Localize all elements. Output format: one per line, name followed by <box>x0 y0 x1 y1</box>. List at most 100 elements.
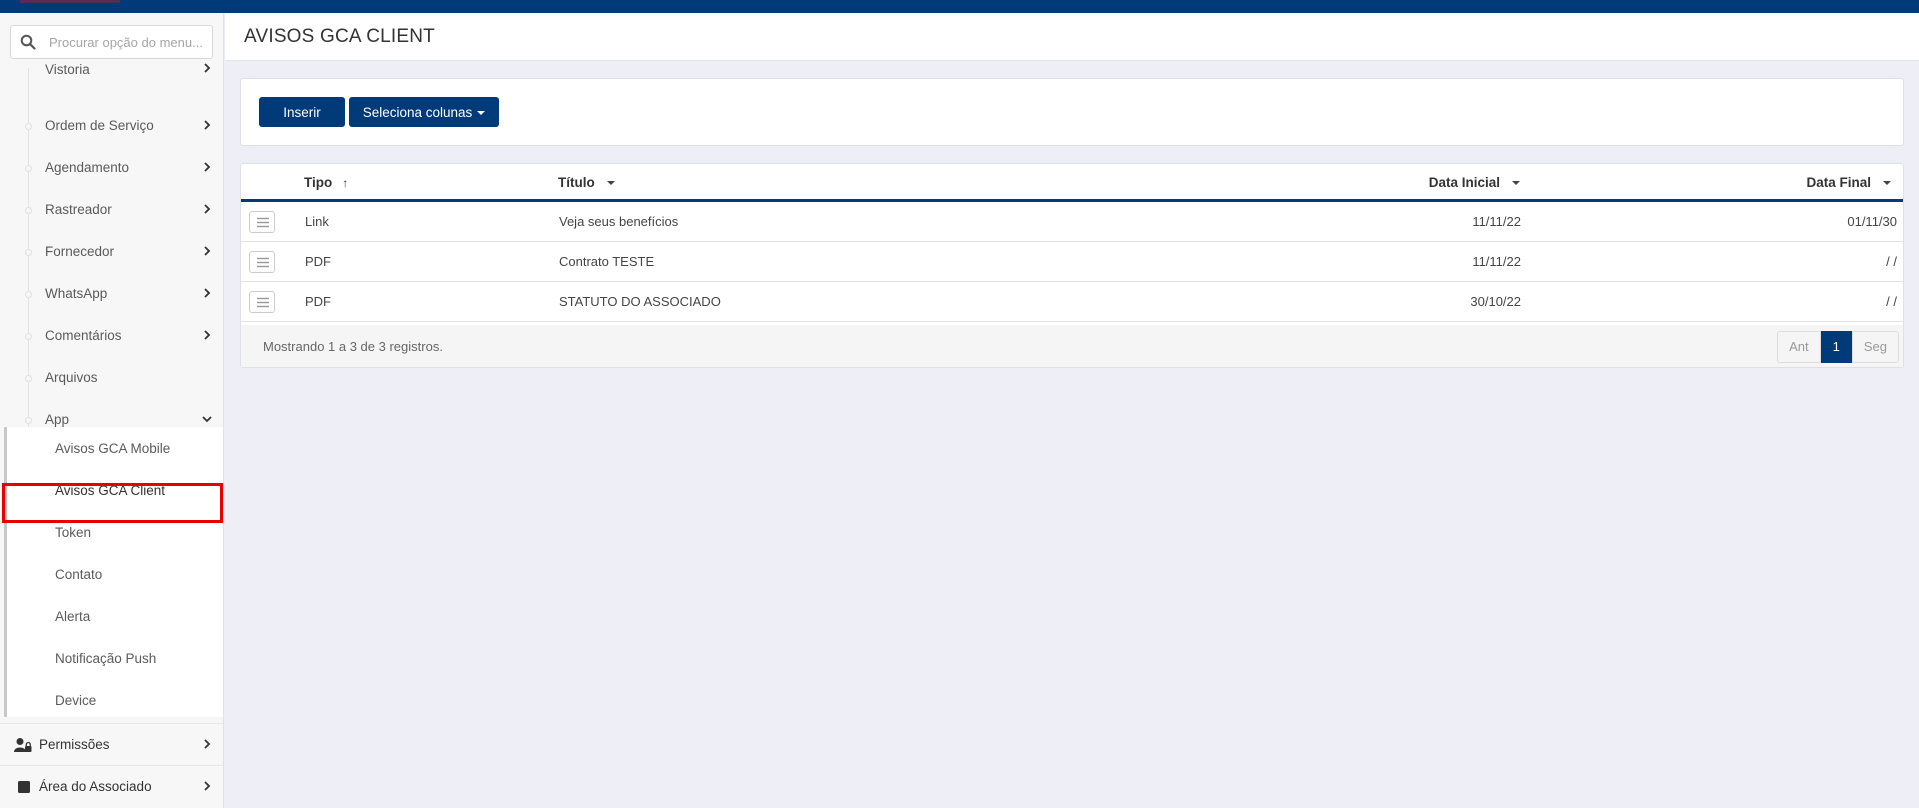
cell-titulo: Veja seus benefícios <box>559 214 679 229</box>
sidebar-section-area-do-associado[interactable]: Área do Associado <box>0 765 223 807</box>
user-lock-icon <box>14 738 32 752</box>
grid-header: Tipo ↑ Título Data Inicial Data Final <box>241 164 1903 202</box>
cell-titulo: STATUTO DO ASSOCIADO <box>559 294 721 309</box>
sidebar-item-avisos-gca-mobile[interactable]: Avisos GCA Mobile <box>4 428 223 470</box>
chevron-right-icon <box>204 739 211 749</box>
top-bar <box>0 0 1919 13</box>
column-header-titulo[interactable]: Título <box>558 175 615 190</box>
insert-button[interactable]: Inserir <box>259 97 345 127</box>
sidebar-item-label: Fornecedor <box>45 244 115 259</box>
sidebar: Vistoria Ordem de Serviço Agendamento Ra… <box>0 13 224 808</box>
sidebar-item-alerta[interactable]: Alerta <box>4 596 223 638</box>
sidebar-item-arquivos[interactable]: Arquivos <box>0 357 223 399</box>
sidebar-item-label: App <box>45 412 70 427</box>
chevron-right-icon <box>204 330 211 340</box>
chevron-right-icon <box>204 781 211 791</box>
tree-dot <box>25 375 32 382</box>
search-icon <box>20 34 36 50</box>
sidebar-item-comentarios[interactable]: Comentários <box>0 315 223 357</box>
chevron-right-icon <box>204 246 211 256</box>
sidebar-item-agendamento[interactable]: Agendamento <box>0 147 223 189</box>
sidebar-item-label: Ordem de Serviço <box>45 118 154 133</box>
tree-dot <box>25 207 32 214</box>
column-header-tipo[interactable]: Tipo ↑ <box>304 175 348 190</box>
sort-caret-icon <box>1883 181 1891 186</box>
cell-data-final: / / <box>1886 294 1897 309</box>
sidebar-item-notificacao-push[interactable]: Notificação Push <box>4 638 223 680</box>
table-row[interactable]: PDF STATUTO DO ASSOCIADO 30/10/22 / / <box>241 282 1903 322</box>
sidebar-item-label: Rastreador <box>45 202 112 217</box>
pagination-next-button[interactable]: Seg <box>1851 331 1899 363</box>
column-header-label: Tipo <box>304 175 333 190</box>
chevron-right-icon <box>204 204 211 214</box>
sidebar-item-ordem-de-servico[interactable]: Ordem de Serviço <box>0 105 223 147</box>
sidebar-item-label: Avisos GCA Mobile <box>55 441 171 456</box>
cell-titulo: Contrato TESTE <box>559 254 655 269</box>
page-header: AVISOS GCA CLIENT <box>225 13 1919 61</box>
sort-caret-icon <box>606 181 615 186</box>
toolbar-panel: Inserir Seleciona colunas <box>240 78 1904 146</box>
pagination-page-button[interactable]: 1 <box>1820 331 1852 363</box>
menu-search-box[interactable] <box>10 25 213 59</box>
row-menu-button[interactable] <box>249 291 275 313</box>
sidebar-item-label: Alerta <box>55 609 91 624</box>
column-header-data-inicial[interactable]: Data Inicial <box>1429 175 1520 190</box>
sidebar-section-permissoes[interactable]: Permissões <box>0 723 223 765</box>
column-header-label: Data Inicial <box>1428 175 1500 190</box>
select-columns-button[interactable]: Seleciona colunas <box>349 97 499 127</box>
cell-tipo: Link <box>305 214 329 229</box>
sidebar-item-label: Vistoria <box>45 62 90 77</box>
sidebar-item-whatsapp[interactable]: WhatsApp <box>0 273 223 315</box>
sidebar-item-label: Token <box>55 525 92 540</box>
sidebar-item-label: Contato <box>55 567 103 582</box>
sort-ascending-icon: ↑ <box>342 176 349 190</box>
page-title: AVISOS GCA CLIENT <box>244 26 435 47</box>
column-header-data-final[interactable]: Data Final <box>1806 175 1891 190</box>
chevron-right-icon <box>204 63 211 73</box>
square-icon <box>18 781 30 793</box>
tree-dot <box>25 417 32 424</box>
caret-down-icon <box>477 110 486 115</box>
cell-data-final: / / <box>1886 254 1897 269</box>
sidebar-item-label: Comentários <box>45 328 122 343</box>
data-grid: Tipo ↑ Título Data Inicial Data Final Lin… <box>240 163 1904 368</box>
active-item-highlight <box>2 483 223 523</box>
sidebar-item-label: WhatsApp <box>45 286 108 301</box>
sidebar-section-label: Área do Associado <box>39 779 152 794</box>
sidebar-item-rastreador[interactable]: Rastreador <box>0 189 223 231</box>
menu-search-input[interactable] <box>49 31 209 53</box>
records-info: Mostrando 1 a 3 de 3 registros. <box>263 339 443 354</box>
chevron-right-icon <box>204 120 211 130</box>
row-menu-button[interactable] <box>249 211 275 233</box>
cell-data-inicial: 11/11/22 <box>1472 214 1521 229</box>
sidebar-item-label: Arquivos <box>45 370 98 385</box>
sort-caret-icon <box>1512 181 1520 186</box>
sidebar-item-vistoria[interactable]: Vistoria <box>0 62 223 88</box>
sidebar-section-label: Permissões <box>39 737 110 752</box>
cell-tipo: PDF <box>305 254 331 269</box>
sidebar-item-label: Device <box>55 693 97 708</box>
chevron-right-icon <box>204 288 211 298</box>
sidebar-item-fornecedor[interactable]: Fornecedor <box>0 231 223 273</box>
cell-data-inicial: 11/11/22 <box>1472 254 1521 269</box>
chevron-down-icon <box>202 416 212 423</box>
select-columns-label: Seleciona colunas <box>362 104 473 120</box>
cell-data-final: 01/11/30 <box>1847 214 1897 229</box>
pagination-prev-button[interactable]: Ant <box>1777 331 1821 363</box>
chevron-right-icon <box>204 162 211 172</box>
pagination: Ant 1 Seg <box>1777 331 1899 363</box>
sidebar-item-device[interactable]: Device <box>4 680 223 722</box>
grid-footer: Mostrando 1 a 3 de 3 registros. Ant 1 Se… <box>241 325 1903 367</box>
sidebar-item-label: Agendamento <box>45 160 130 175</box>
sidebar-item-contato[interactable]: Contato <box>4 554 223 596</box>
table-row[interactable]: Link Veja seus benefícios 11/11/22 01/11… <box>241 202 1903 242</box>
cell-data-inicial: 30/10/22 <box>1470 294 1521 309</box>
sidebar-item-label: Notificação Push <box>55 651 157 666</box>
cell-tipo: PDF <box>305 294 331 309</box>
row-menu-button[interactable] <box>249 251 275 273</box>
table-row[interactable]: PDF Contrato TESTE 11/11/22 / / <box>241 242 1903 282</box>
logo <box>20 0 120 3</box>
list-icon <box>257 257 269 268</box>
list-icon <box>257 217 269 228</box>
tree-dot <box>25 165 32 172</box>
